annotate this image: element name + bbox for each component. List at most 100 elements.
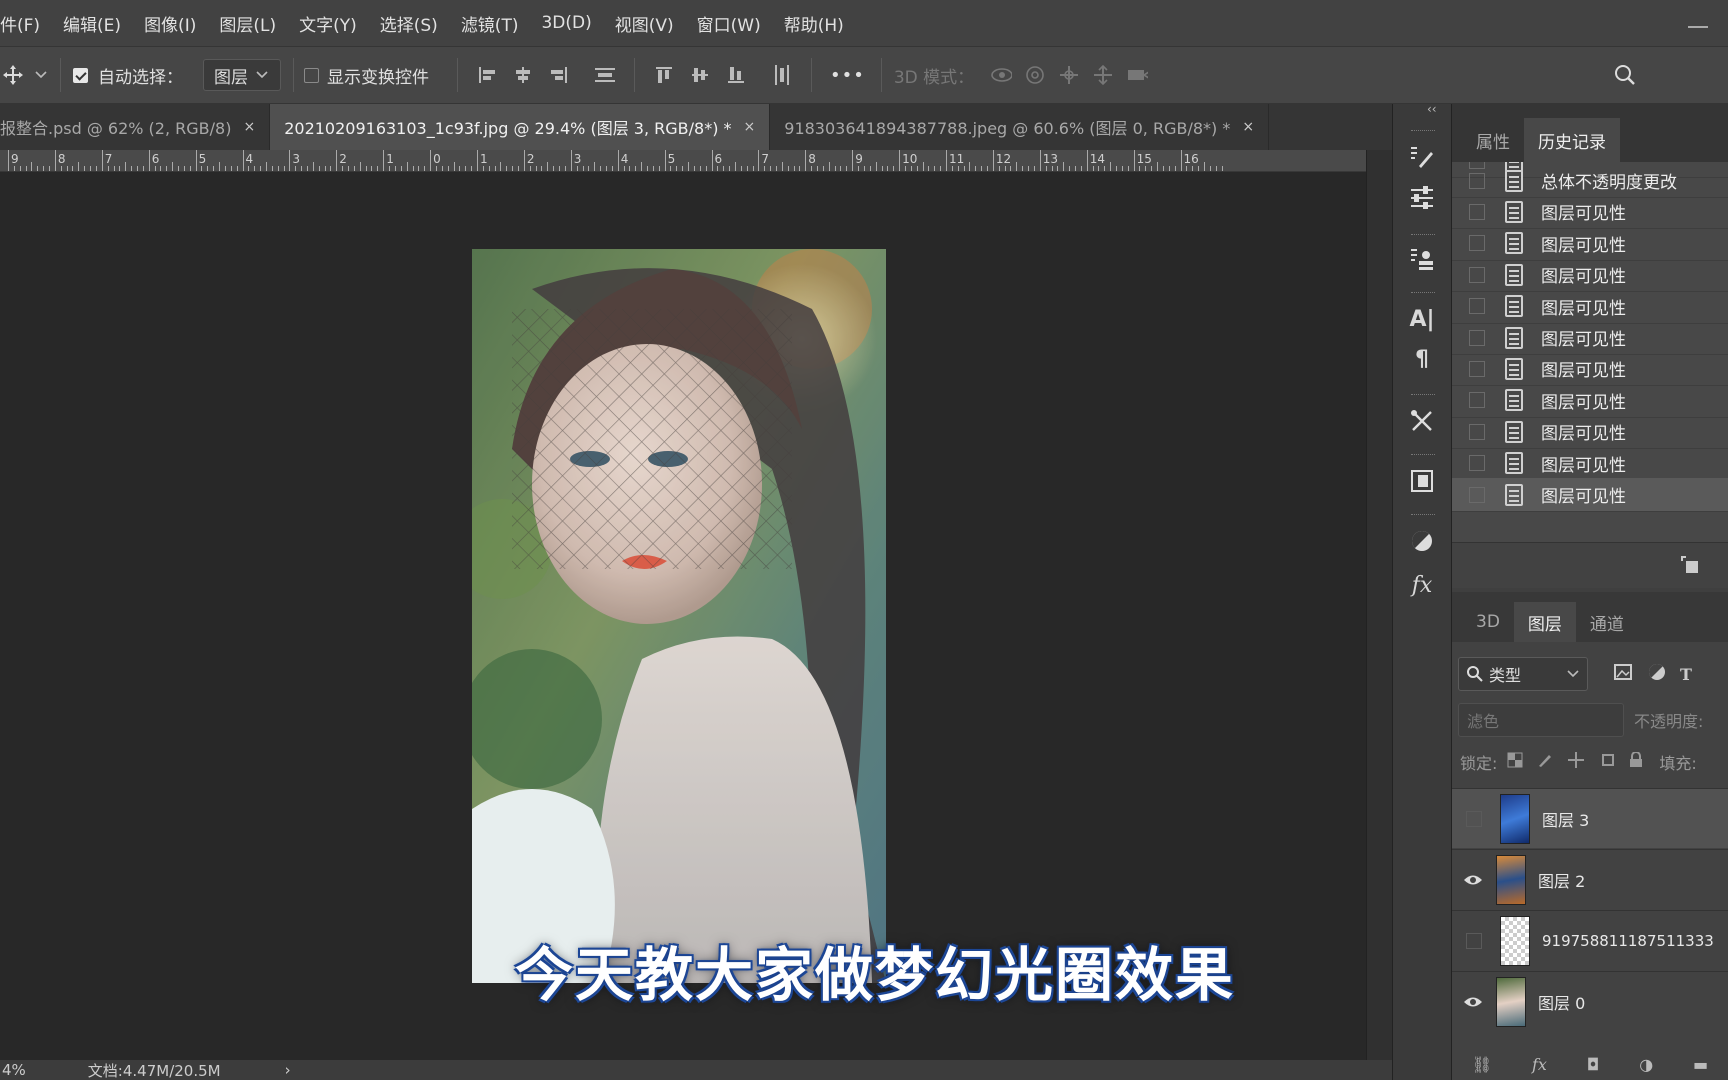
paragraph-icon[interactable]: ¶ — [1407, 344, 1437, 374]
filter-type-icon[interactable]: T — [1680, 665, 1692, 684]
visibility-toggle[interactable] — [1466, 932, 1482, 949]
menu-image[interactable]: 图像(I) — [144, 11, 196, 36]
doc-tab-3[interactable]: 918303641894387788.jpeg @ 60.6% (图层 0, R… — [770, 104, 1270, 150]
layer-style-fx-icon[interactable]: fx — [1532, 1055, 1547, 1074]
align-bottom-icon[interactable] — [725, 64, 747, 86]
align-right-icon[interactable] — [548, 64, 570, 86]
menu-file[interactable]: 件(F) — [0, 11, 40, 36]
layer-filter-dropdown[interactable]: 类型 — [1458, 657, 1588, 691]
doc-tab-1[interactable]: 报整合.psd @ 62% (2, RGB/8) × — [0, 104, 271, 150]
align-center-icon[interactable] — [512, 64, 534, 86]
close-icon[interactable]: × — [243, 119, 255, 135]
history-item[interactable]: 图层可见性 — [1452, 478, 1728, 512]
layer-row[interactable]: 图层 2 — [1452, 849, 1728, 909]
filter-pixel-icon[interactable] — [1614, 664, 1632, 684]
history-item[interactable]: 图层可见性 — [1452, 352, 1728, 387]
vertical-scrollbar[interactable] — [1366, 150, 1392, 1060]
close-icon[interactable]: × — [744, 119, 756, 135]
menu-3d[interactable]: 3D(D) — [541, 13, 591, 33]
lock-pixels-icon[interactable] — [1537, 752, 1553, 772]
history-item[interactable]: 图层可见性 — [1452, 321, 1728, 355]
adjust-icon[interactable] — [1407, 182, 1437, 212]
menu-filter[interactable]: 滤镜(T) — [461, 11, 519, 36]
layer-row[interactable]: 919758811187511333 — [1452, 910, 1728, 970]
history-snapshot-box[interactable] — [1469, 298, 1485, 315]
layer-name[interactable]: 图层 0 — [1538, 990, 1585, 1014]
history-item[interactable]: 图层可见性 — [1452, 447, 1728, 481]
history-snapshot-box[interactable] — [1469, 266, 1485, 283]
menu-window[interactable]: 窗口(W) — [697, 11, 761, 36]
3d-roll-icon[interactable] — [1024, 64, 1046, 86]
3d-camera-icon[interactable] — [1126, 64, 1149, 86]
zoom-level[interactable]: 4% — [2, 1061, 26, 1079]
tab-history[interactable]: 历史记录 — [1524, 118, 1620, 162]
clone-source-icon[interactable] — [1407, 244, 1437, 274]
tool-presets-icon[interactable] — [1407, 406, 1437, 436]
menu-view[interactable]: 视图(V) — [615, 11, 674, 36]
more-options-button[interactable]: ••• — [830, 65, 865, 86]
lock-all-icon[interactable] — [1629, 751, 1643, 772]
menu-layer[interactable]: 图层(L) — [219, 11, 276, 36]
3d-slide-icon[interactable] — [1092, 64, 1114, 86]
align-left-icon[interactable] — [476, 64, 498, 86]
menu-type[interactable]: 文字(Y) — [299, 11, 357, 36]
menu-select[interactable]: 选择(S) — [380, 11, 438, 36]
auto-select-checkbox[interactable] — [73, 67, 88, 83]
history-item[interactable]: 图层可见性 — [1452, 258, 1728, 293]
history-snapshot-box[interactable] — [1469, 486, 1485, 503]
chevron-down-icon[interactable] — [34, 64, 48, 86]
auto-select-target-dropdown[interactable]: 图层 — [203, 59, 281, 91]
tab-channels[interactable]: 通道 — [1576, 602, 1638, 642]
tab-3d[interactable]: 3D — [1462, 602, 1514, 642]
visibility-toggle[interactable] — [1466, 810, 1482, 827]
history-snapshot-box[interactable] — [1469, 360, 1485, 377]
menu-help[interactable]: 帮助(H) — [784, 11, 844, 36]
layer-name[interactable]: 图层 3 — [1542, 807, 1589, 831]
collapse-panels-icon[interactable]: ‹‹ — [1427, 102, 1437, 116]
new-snapshot-icon[interactable] — [1680, 555, 1700, 579]
filter-adjustment-icon[interactable] — [1648, 663, 1666, 685]
distribute-icon[interactable] — [594, 64, 616, 86]
history-item[interactable]: 图层可见性 — [1452, 195, 1728, 230]
history-list[interactable]: 总体不透明度更改 图层可见性 图层可见性 图层可见性 图层可见性 图层可见性 图层可见性 图层… — [1452, 162, 1728, 542]
history-snapshot-box[interactable] — [1469, 172, 1485, 189]
show-transform-checkbox[interactable] — [304, 67, 319, 83]
canvas-area[interactable] — [0, 172, 1366, 1060]
status-menu-arrow[interactable]: › — [285, 1061, 291, 1079]
history-item[interactable]: 图层可见性 — [1452, 384, 1728, 418]
history-snapshot-box[interactable] — [1469, 423, 1485, 440]
blend-mode-dropdown[interactable]: 滤色 — [1458, 703, 1624, 737]
eye-icon[interactable] — [1462, 869, 1484, 891]
add-mask-icon[interactable]: ◘ — [1587, 1055, 1600, 1074]
layer-row[interactable]: 图层 3 — [1452, 788, 1728, 848]
3d-pan-icon[interactable] — [1058, 64, 1080, 86]
history-item[interactable]: 图层可见性 — [1452, 290, 1728, 324]
layer-name[interactable]: 图层 2 — [1538, 868, 1585, 892]
layer-name[interactable]: 919758811187511333 — [1542, 932, 1714, 950]
brush-settings-icon[interactable] — [1407, 142, 1437, 172]
eye-icon[interactable] — [1462, 991, 1484, 1013]
menu-edit[interactable]: 编辑(E) — [63, 11, 121, 36]
lock-transparency-icon[interactable] — [1507, 752, 1523, 772]
history-snapshot-box[interactable] — [1469, 455, 1485, 472]
history-item[interactable]: 图层可见性 — [1452, 415, 1728, 450]
doc-tab-2[interactable]: 20210209163103_1c93f.jpg @ 29.4% (图层 3, … — [270, 104, 771, 150]
minimize-icon[interactable] — [1688, 12, 1708, 28]
move-tool-icon[interactable] — [2, 64, 24, 86]
character-icon[interactable]: A| — [1407, 304, 1437, 334]
history-snapshot-box[interactable] — [1469, 392, 1485, 409]
link-layers-icon[interactable]: ⛓ — [1472, 1055, 1492, 1074]
tab-properties[interactable]: 属性 — [1462, 118, 1524, 162]
styles-fx-icon[interactable]: fx — [1407, 570, 1437, 600]
document-image[interactable] — [472, 249, 886, 983]
align-top-icon[interactable] — [653, 64, 675, 86]
history-item[interactable]: 总体不透明度更改 — [1452, 164, 1728, 198]
history-snapshot-box[interactable] — [1469, 235, 1485, 252]
history-item[interactable]: 图层可见性 — [1452, 227, 1728, 261]
search-icon[interactable] — [1614, 64, 1636, 86]
3d-orbit-icon[interactable] — [990, 64, 1013, 86]
new-adjustment-icon[interactable]: ◑ — [1639, 1055, 1653, 1074]
new-group-icon[interactable]: ▬ — [1693, 1055, 1708, 1074]
align-middle-icon[interactable] — [689, 64, 711, 86]
close-icon[interactable]: × — [1242, 119, 1254, 135]
